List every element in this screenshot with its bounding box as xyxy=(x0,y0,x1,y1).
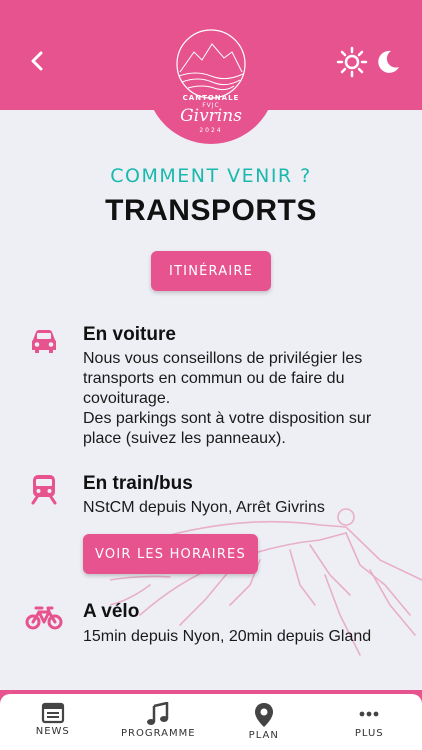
nav-label-programme: PROGRAMME xyxy=(120,728,196,739)
view-schedules-button[interactable]: VOIR LES HORAIRES xyxy=(83,534,258,574)
moon-icon xyxy=(378,50,399,73)
page-title: TRANSPORTS xyxy=(105,194,317,227)
itinerary-button[interactable]: ITINÉRAIRE xyxy=(151,251,271,291)
nav-item-news[interactable]: NEWS xyxy=(0,694,105,737)
nav-item-plus[interactable]: PLUS xyxy=(317,694,422,739)
nav-label-plus: PLUS xyxy=(354,728,384,739)
section-title-bike: A vélo xyxy=(83,601,140,622)
back-button[interactable] xyxy=(22,46,52,76)
section-text-train: NStCM depuis Nyon, Arrêt Givrins xyxy=(83,498,403,518)
nav-item-plan[interactable]: PLAN xyxy=(211,694,316,741)
nav-item-programme[interactable]: PROGRAMME xyxy=(106,694,211,739)
chevron-left-icon xyxy=(31,51,43,71)
text-line: transports en commun ou de faire du xyxy=(83,370,345,387)
bottom-nav: NEWS PROGRAMME PLAN PLUS xyxy=(0,690,422,750)
text-line: NStCM depuis Nyon, Arrêt Givrins xyxy=(83,499,325,516)
section-title-train: En train/bus xyxy=(83,473,193,494)
event-logo: CANTONALE FVJC Givrins 2024 xyxy=(146,14,276,144)
car-icon xyxy=(32,330,56,353)
music-note-icon xyxy=(147,702,169,725)
text-line: 15min depuis Nyon, 20min depuis Gland xyxy=(83,628,372,645)
logo-line1: CANTONALE xyxy=(182,94,240,102)
sun-icon xyxy=(336,46,368,78)
text-line: covoiturage. xyxy=(83,390,171,407)
section-text-bike: 15min depuis Nyon, 20min depuis Gland xyxy=(83,627,403,647)
bottom-nav-bar: NEWS PROGRAMME PLAN PLUS xyxy=(0,694,422,750)
text-line: Nous vous conseillons de privilégier les xyxy=(83,350,363,367)
nav-label-news: NEWS xyxy=(35,726,70,737)
section-text-car: Nous vous conseillons de privilégier les… xyxy=(83,349,403,449)
text-line: Des parkings sont à votre disposition su… xyxy=(83,410,372,427)
train-icon xyxy=(31,475,57,505)
more-icon xyxy=(359,711,379,717)
theme-toggle[interactable] xyxy=(336,45,402,79)
news-icon xyxy=(41,702,64,724)
logo-line3: Givrins xyxy=(180,106,242,126)
nav-label-plan: PLAN xyxy=(248,730,279,741)
page-subtitle: COMMENT VENIR ? xyxy=(110,165,312,187)
bike-icon xyxy=(25,606,63,630)
text-line: place (suivez les panneaux). xyxy=(83,430,286,447)
section-title-car: En voiture xyxy=(83,324,176,345)
logo-line4: 2024 xyxy=(199,127,223,134)
map-pin-icon xyxy=(254,703,273,727)
